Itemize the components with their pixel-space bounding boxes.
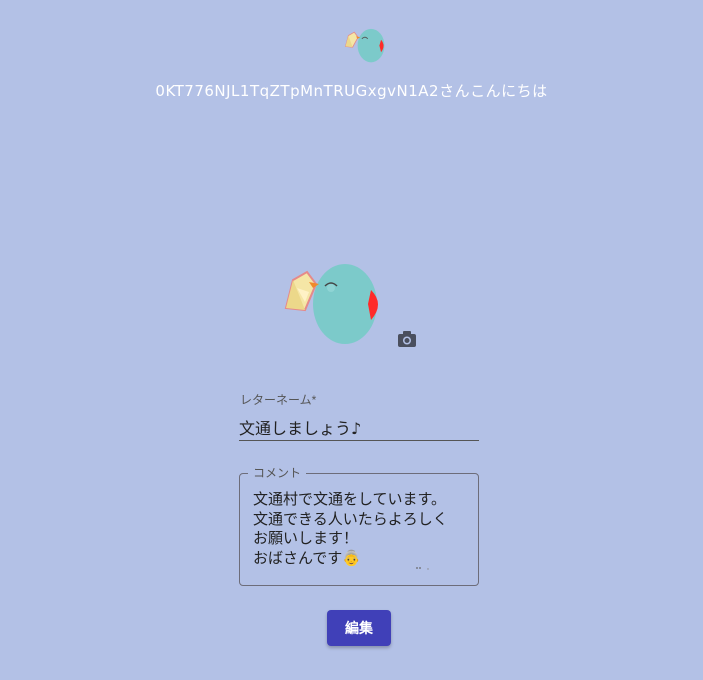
avatar-image[interactable] (283, 262, 387, 348)
comment-textarea[interactable]: 文通村で文通をしています。 文通できる人いたらよろしく お願いします！ おばさん… (253, 490, 473, 574)
profile-edit-page: 0KT776NJL1TqZTpMnTRUGxgvN1A2さんこんにちは レターネ… (0, 0, 703, 680)
camera-icon (398, 331, 416, 347)
change-photo-button[interactable] (394, 327, 420, 351)
edit-button[interactable]: 編集 (327, 610, 391, 646)
bird-logo-icon (344, 28, 385, 63)
greeting-text: 0KT776NJL1TqZTpMnTRUGxgvN1A2さんこんにちは (155, 82, 548, 100)
letter-name-input[interactable] (239, 410, 479, 441)
comment-label: コメント (248, 464, 307, 481)
resize-handle-icon[interactable] (413, 564, 433, 572)
letter-name-label: レターネーム* (240, 393, 317, 407)
